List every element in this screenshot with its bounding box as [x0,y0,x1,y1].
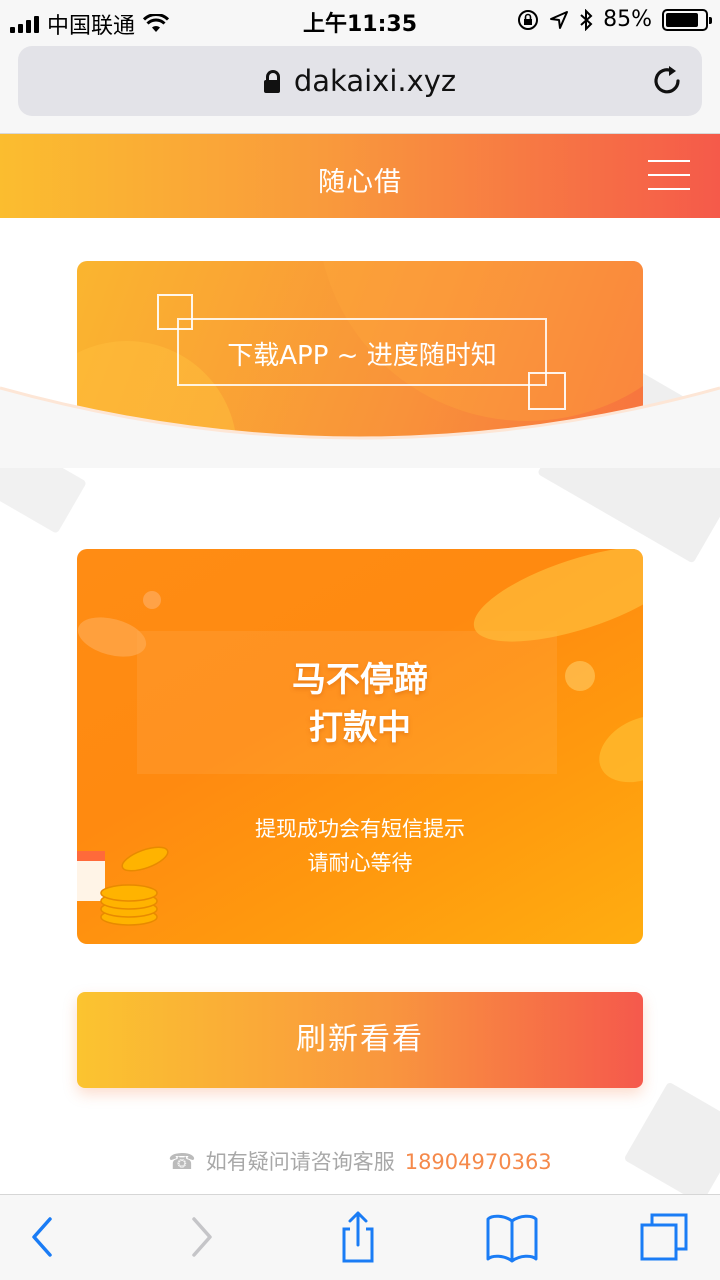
telephone-icon: ☎ [168,1150,196,1175]
app-header: 随心借 [0,134,720,218]
share-icon[interactable] [328,1209,388,1265]
browser-address-bar: dakaixi.xyz [0,40,720,134]
banner-wave [0,386,720,468]
back-icon[interactable] [12,1209,72,1265]
status-title: 马不停蹄 打款中 [77,656,643,752]
decorative-square [157,294,193,330]
page-title: 随心借 [318,167,402,198]
main-content: 下载APP ~ 进度随时知 马不停蹄 打款中 提现成功会有短信提示 请耐心等待 [0,218,720,1194]
reload-icon[interactable] [648,62,686,100]
coins-illustration [77,846,169,926]
location-icon [550,10,569,29]
service-phone-link[interactable]: 18904970363 [405,1150,552,1174]
url-field[interactable]: dakaixi.xyz [18,46,702,116]
bluetooth-icon [580,8,593,31]
status-title-line: 打款中 [309,708,411,748]
battery-percent: 85% [603,7,652,32]
customer-service-line: ☎ 如有疑问请咨询客服 18904970363 [0,1146,720,1176]
payment-status-card: 马不停蹄 打款中 提现成功会有短信提示 请耐心等待 [77,549,643,944]
background-decoration [623,1081,720,1194]
refresh-button[interactable]: 刷新看看 [77,992,643,1088]
status-bar: 中国联通 上午11:35 85% [0,0,720,40]
browser-toolbar [0,1194,720,1280]
bookmarks-icon[interactable] [482,1209,542,1265]
lock-icon [263,70,280,93]
hamburger-menu-icon[interactable] [648,160,690,190]
rotation-lock-icon [518,9,539,30]
battery-icon [662,8,712,31]
status-title-line: 马不停蹄 [292,660,428,700]
service-text: 如有疑问请咨询客服 [205,1150,395,1174]
url-text: dakaixi.xyz [293,64,457,98]
forward-icon[interactable] [172,1209,232,1265]
tabs-icon[interactable] [636,1209,696,1265]
